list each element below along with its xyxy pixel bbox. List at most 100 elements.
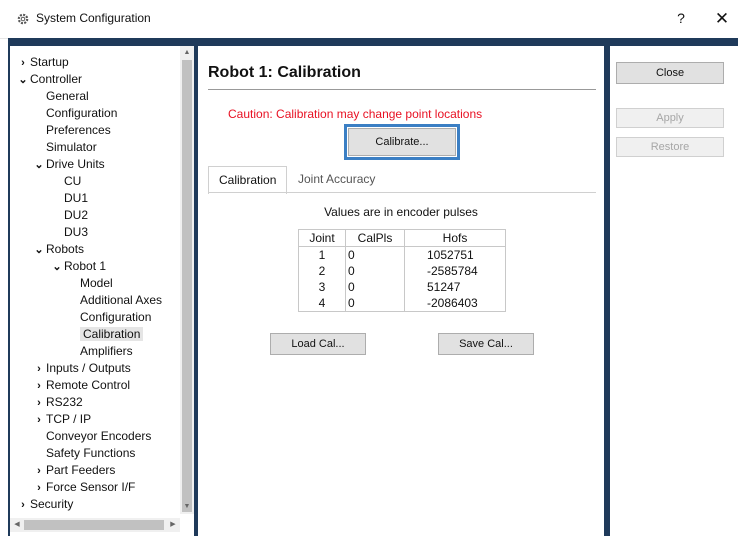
tree-item[interactable]: › Force Sensor I/F bbox=[32, 479, 135, 496]
tree-item[interactable]: DU3 bbox=[64, 224, 88, 241]
tree-item-label: Drive Units bbox=[46, 157, 105, 171]
column-header-calpls: CalPls bbox=[345, 229, 405, 247]
tree-horizontal-scrollbar[interactable]: ◀ ▶ bbox=[10, 518, 180, 532]
tree-item-label: RS232 bbox=[46, 395, 83, 409]
chevron-right-icon[interactable]: › bbox=[32, 480, 46, 497]
tree-item[interactable]: Additional Axes bbox=[80, 292, 162, 309]
tab-joint-accuracy[interactable]: Joint Accuracy bbox=[288, 166, 385, 192]
tab-strip: Calibration Joint Accuracy bbox=[208, 166, 596, 194]
tree-item-label: Startup bbox=[30, 55, 69, 69]
tree-vertical-scrollbar[interactable]: ▲ ▼ bbox=[180, 46, 194, 514]
tree-item[interactable]: Configuration bbox=[46, 105, 117, 122]
tree-item-label: Preferences bbox=[46, 123, 111, 137]
table-cell[interactable]: 1 bbox=[298, 246, 346, 263]
tree-item[interactable]: › Startup bbox=[16, 54, 69, 71]
tree-item[interactable]: › TCP / IP bbox=[32, 411, 91, 428]
tree-item-label: Conveyor Encoders bbox=[46, 429, 152, 443]
tree-item-label: Safety Functions bbox=[46, 446, 136, 460]
main-panel: Robot 1: Calibration Caution: Calibratio… bbox=[198, 46, 604, 536]
scroll-up-arrow-icon[interactable]: ▲ bbox=[180, 46, 194, 60]
tree-item[interactable]: › Part Feeders bbox=[32, 462, 115, 479]
table-cell[interactable]: 0 bbox=[345, 263, 405, 279]
chevron-down-icon[interactable]: ⌄ bbox=[32, 242, 46, 259]
config-window: System Configuration ? ✕ › Startup ⌄ Contro… bbox=[0, 0, 738, 536]
table-cell[interactable]: -2086403 bbox=[404, 295, 506, 312]
tree-item[interactable]: ⌄ Drive Units bbox=[32, 156, 105, 174]
close-button[interactable]: Close bbox=[616, 62, 724, 84]
scroll-thumb[interactable] bbox=[182, 60, 192, 512]
tree-item[interactable]: › Security bbox=[16, 496, 73, 513]
table-cell[interactable]: 3 bbox=[298, 279, 346, 295]
column-header-hofs: Hofs bbox=[404, 229, 506, 247]
tree-item[interactable]: Safety Functions bbox=[46, 445, 135, 462]
title-bar: System Configuration ? ✕ bbox=[0, 0, 738, 39]
chevron-right-icon[interactable]: › bbox=[32, 395, 46, 412]
tree-item-label: Security bbox=[30, 497, 74, 511]
table-row: 4 0 -2086403 bbox=[298, 295, 506, 312]
table-row: 2 0 -2585784 bbox=[298, 263, 506, 279]
save-cal-button[interactable]: Save Cal... bbox=[438, 333, 534, 355]
tree-item[interactable]: Calibration bbox=[80, 326, 144, 343]
units-note: Values are in encoder pulses bbox=[324, 205, 478, 219]
table-cell[interactable]: 4 bbox=[298, 295, 346, 312]
tree-item[interactable]: DU1 bbox=[64, 190, 88, 207]
table-cell[interactable]: 0 bbox=[345, 295, 405, 312]
scroll-right-arrow-icon[interactable]: ▶ bbox=[166, 518, 180, 532]
tree-item[interactable]: › Remote Control bbox=[32, 377, 130, 394]
tree-item-label: Force Sensor I/F bbox=[46, 480, 136, 494]
tree-item[interactable]: ⌄ Robot 1 bbox=[50, 258, 106, 275]
restore-button[interactable]: Restore bbox=[616, 137, 724, 157]
scroll-down-arrow-icon[interactable]: ▼ bbox=[180, 500, 194, 514]
title-divider bbox=[208, 89, 596, 90]
table-cell[interactable]: 51247 bbox=[404, 279, 506, 295]
tree-item-label: Robots bbox=[46, 242, 85, 256]
chevron-down-icon[interactable]: ⌄ bbox=[16, 72, 30, 89]
calibrate-button[interactable]: Calibrate... bbox=[348, 128, 456, 156]
tree-item-label: Additional Axes bbox=[80, 293, 163, 307]
settings-tree: › Startup ⌄ Controller General Configuration P… bbox=[10, 46, 194, 536]
tree-item[interactable]: Simulator bbox=[46, 139, 97, 156]
action-panel: Close Apply Restore bbox=[610, 46, 738, 536]
table-cell[interactable]: 0 bbox=[345, 246, 405, 263]
column-header-joint: Joint bbox=[298, 229, 346, 247]
tree-item-label: Model bbox=[80, 276, 113, 290]
chevron-right-icon[interactable]: › bbox=[32, 361, 46, 378]
tab-calibration[interactable]: Calibration bbox=[208, 166, 288, 194]
tree-item[interactable]: › RS232 bbox=[32, 394, 83, 411]
table-cell[interactable]: 2 bbox=[298, 263, 346, 279]
tree-item[interactable]: DU2 bbox=[64, 207, 88, 224]
chevron-down-icon[interactable]: ⌄ bbox=[50, 259, 64, 276]
tree-item[interactable]: Configuration bbox=[80, 309, 151, 326]
tree-item[interactable]: ⌄ Controller bbox=[16, 71, 82, 88]
tree-item-label: Remote Control bbox=[46, 378, 131, 392]
table-cell[interactable]: 1052751 bbox=[404, 246, 506, 263]
chevron-right-icon[interactable]: › bbox=[16, 497, 30, 514]
tree-item[interactable]: Preferences bbox=[46, 122, 111, 139]
tree-item-label: Simulator bbox=[46, 140, 97, 154]
tree-item[interactable]: Model bbox=[80, 275, 113, 292]
chevron-right-icon[interactable]: › bbox=[16, 55, 30, 72]
load-cal-button[interactable]: Load Cal... bbox=[270, 333, 366, 355]
tree-item-label: Robot 1 bbox=[64, 259, 107, 273]
chevron-right-icon[interactable]: › bbox=[32, 463, 46, 480]
window-close-button[interactable]: ✕ bbox=[712, 9, 732, 29]
chevron-right-icon[interactable]: › bbox=[32, 412, 46, 429]
apply-button[interactable]: Apply bbox=[616, 108, 724, 128]
help-button[interactable]: ? bbox=[672, 10, 690, 28]
tree-item[interactable]: General bbox=[46, 88, 89, 105]
tree-item-label: CU bbox=[64, 174, 82, 188]
tree-item-label: General bbox=[46, 89, 89, 103]
window-title: System Configuration bbox=[36, 11, 151, 25]
scroll-left-arrow-icon[interactable]: ◀ bbox=[10, 518, 24, 532]
chevron-down-icon[interactable]: ⌄ bbox=[32, 157, 46, 174]
table-cell[interactable]: -2585784 bbox=[404, 263, 506, 279]
tree-item[interactable]: ⌄ Robots bbox=[32, 241, 84, 258]
table-row: 1 0 1052751 bbox=[298, 246, 506, 263]
tree-item[interactable]: › Inputs / Outputs bbox=[32, 360, 131, 377]
scroll-thumb-horizontal[interactable] bbox=[24, 520, 164, 530]
table-cell[interactable]: 0 bbox=[345, 279, 405, 295]
tree-item[interactable]: CU bbox=[64, 173, 81, 190]
chevron-right-icon[interactable]: › bbox=[32, 378, 46, 395]
tree-item[interactable]: Conveyor Encoders bbox=[46, 428, 151, 445]
tree-item[interactable]: Amplifiers bbox=[80, 343, 133, 360]
